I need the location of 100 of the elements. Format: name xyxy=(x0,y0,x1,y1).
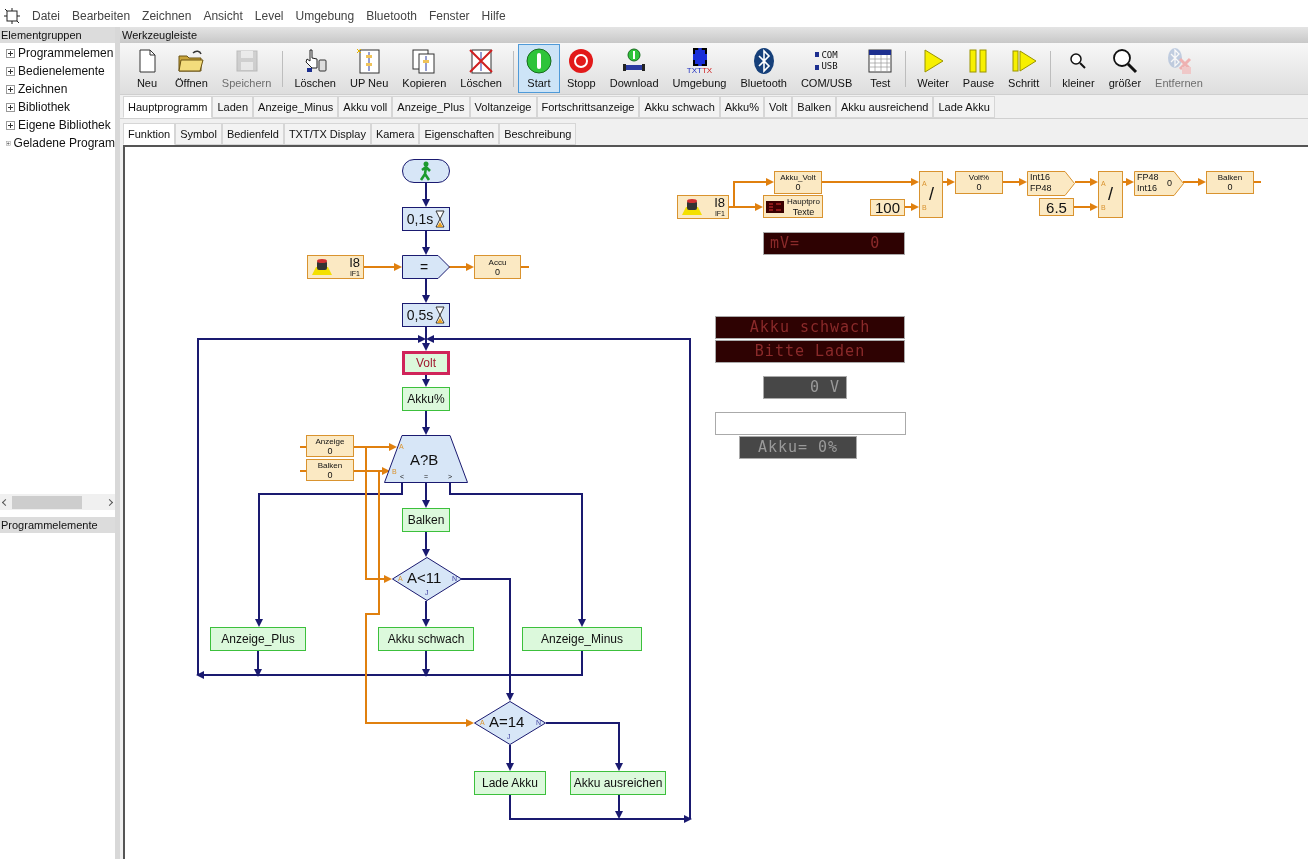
data-wire xyxy=(1074,178,1098,186)
expand-icon[interactable] xyxy=(6,120,15,130)
toolbar-button[interactable]: Löschen xyxy=(453,44,509,93)
led-display: Akku schwach xyxy=(715,316,905,339)
toolbar-button[interactable]: UP Neu xyxy=(342,44,396,93)
view-tab[interactable]: TXT/TX Display xyxy=(283,123,371,145)
variable-name: Akku_Volt xyxy=(780,173,816,182)
tree-item[interactable]: Eigene Bibliothek xyxy=(18,116,111,134)
toolbar-button[interactable]: Bluetooth xyxy=(733,44,794,93)
subprogram-node: Lade Akku xyxy=(474,771,546,795)
menu-item[interactable]: Ansicht xyxy=(203,7,243,25)
subprogram-node: Volt xyxy=(402,351,450,375)
menu-item[interactable]: Umgebung xyxy=(295,7,355,25)
menu-item[interactable]: Datei xyxy=(32,7,60,25)
view-tab[interactable]: Kamera xyxy=(370,123,420,145)
tree-item[interactable]: Bibliothek xyxy=(18,98,71,116)
compare-label: = xyxy=(419,257,429,277)
program-tab[interactable]: Voltanzeige xyxy=(469,96,537,118)
delete-flowchart-icon xyxy=(467,47,496,75)
toolbar-button[interactable]: Start xyxy=(517,44,560,93)
variable-value: 0 xyxy=(795,182,801,192)
operator-label: / xyxy=(929,185,934,203)
variable-value: 0 xyxy=(327,445,333,456)
type-label: Int16 xyxy=(1137,183,1159,194)
toolbar-button[interactable]: Neu xyxy=(126,44,168,93)
subprogram-node: Anzeige_Plus xyxy=(210,627,306,651)
constant-node: 6.5 xyxy=(1039,198,1074,216)
view-tab[interactable]: Beschreibung xyxy=(499,123,577,145)
led-display: Akku= 0% xyxy=(739,436,857,459)
program-tab[interactable]: Balken xyxy=(792,96,836,118)
horizontal-scrollbar[interactable] xyxy=(0,494,115,510)
menu-item[interactable]: Hilfe xyxy=(481,7,506,25)
panel-header: Elementgruppen xyxy=(0,27,115,43)
toolbar-button[interactable]: Öffnen xyxy=(168,44,215,93)
toolbar-header: Werkzeugleiste xyxy=(120,27,1308,43)
view-tab[interactable]: Funktion xyxy=(123,123,176,145)
view-tab[interactable]: Bedienfeld xyxy=(221,123,284,145)
toolbar-button[interactable]: Stopp xyxy=(559,44,603,93)
menu-item[interactable]: Bearbeiten xyxy=(72,7,131,25)
panel-header: Programmelemente xyxy=(0,517,115,533)
data-wire xyxy=(520,266,530,268)
variable-value: 0 xyxy=(976,182,982,192)
subprogram-node: Anzeige_Minus xyxy=(522,627,642,651)
toolbar-button[interactable]: Download xyxy=(602,44,666,93)
condition-label: A<11 xyxy=(407,569,442,587)
program-tab[interactable]: Akku ausreichend xyxy=(836,96,934,118)
program-tab[interactable]: Laden xyxy=(212,96,254,118)
program-tab[interactable]: Volt xyxy=(764,96,793,118)
view-tab[interactable]: Eigenschaften xyxy=(419,123,500,145)
expand-icon[interactable] xyxy=(6,66,15,76)
tree-item[interactable]: Zeichnen xyxy=(18,80,68,98)
subprogram-node: Akku% xyxy=(402,387,450,411)
tree-item[interactable]: Geladene Program xyxy=(13,134,115,152)
data-wire xyxy=(1001,178,1027,186)
data-wire xyxy=(904,203,919,211)
sensor-icon xyxy=(680,197,704,217)
table-window-icon xyxy=(866,47,895,75)
step-icon xyxy=(1009,47,1038,75)
delay-label: 0,1s xyxy=(406,209,434,229)
tree-item[interactable]: Bedienelemente xyxy=(18,62,105,80)
program-tab[interactable]: Akku schwach xyxy=(639,96,720,118)
program-tab[interactable]: Lade Akku xyxy=(933,96,995,118)
menu-item[interactable]: Zeichnen xyxy=(142,7,192,25)
program-tab[interactable]: Akku% xyxy=(719,96,764,118)
toolbar-button[interactable]: größer xyxy=(1101,44,1149,93)
view-tab[interactable]: Symbol xyxy=(175,123,222,145)
comparison-label: A?B xyxy=(410,450,439,470)
led-display: 0 V xyxy=(763,376,847,399)
program-tab[interactable]: Hauptprogramm xyxy=(123,96,213,118)
toolbar-button[interactable]: COM USB COM/USB xyxy=(793,44,860,93)
toolbar-button[interactable]: Weiter xyxy=(910,44,956,93)
menu-item[interactable]: Level xyxy=(254,7,284,25)
type-label: FP48 xyxy=(1137,172,1159,183)
program-tab[interactable]: Anzeige_Minus xyxy=(253,96,339,118)
led-display: Bitte Laden xyxy=(715,340,905,363)
type-label: FP48 xyxy=(1030,183,1052,194)
variable-value: 0 xyxy=(495,266,500,277)
toolbar-button[interactable]: Test xyxy=(859,44,902,93)
menu-item[interactable]: Fenster xyxy=(428,7,470,25)
expand-icon[interactable] xyxy=(6,102,15,112)
toolbar-button[interactable]: Pause xyxy=(955,44,1002,93)
toolbar-button[interactable]: TXTTX Umgebung xyxy=(665,44,734,93)
subprogram-node: Balken xyxy=(402,508,450,532)
program-tab[interactable]: Anzeige_Plus xyxy=(392,96,470,118)
program-tab[interactable]: Akku voll xyxy=(338,96,393,118)
tree-item[interactable]: Programmelemen xyxy=(18,44,114,62)
toolbar-button[interactable]: Schritt xyxy=(1001,44,1047,93)
toolbar-button[interactable]: kleiner xyxy=(1055,44,1102,93)
app-icon xyxy=(4,8,20,24)
program-tab[interactable]: Fortschrittsanzeige xyxy=(536,96,640,118)
input-label: I8 xyxy=(714,196,725,210)
expand-icon[interactable] xyxy=(6,84,15,94)
variable-name: Volt% xyxy=(968,173,990,182)
input-label: I8 xyxy=(349,256,360,270)
expand-icon[interactable] xyxy=(6,48,15,58)
toolbar-button[interactable]: Kopieren xyxy=(395,44,454,93)
type-label: Int16 xyxy=(1030,172,1052,183)
toolbar-button[interactable]: Löschen xyxy=(287,44,343,93)
folder-icon xyxy=(177,47,206,75)
menu-item[interactable]: Bluetooth xyxy=(366,7,417,25)
